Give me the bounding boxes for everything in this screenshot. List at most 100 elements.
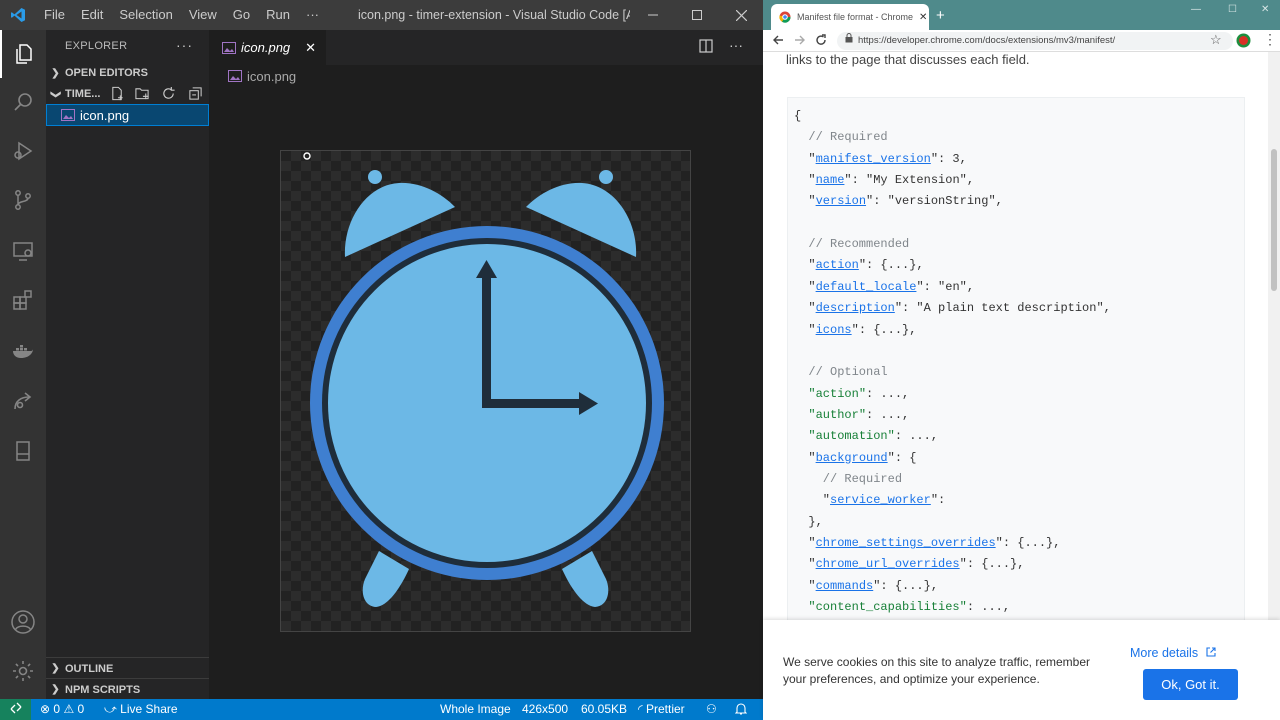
code-field-link[interactable]: action bbox=[816, 258, 859, 272]
address-bar[interactable]: https://developer.chrome.com/docs/extens… bbox=[837, 32, 1233, 50]
image-file-icon bbox=[222, 41, 236, 54]
code-field-link[interactable]: chrome_url_overrides bbox=[816, 557, 960, 571]
code-token: : ..., bbox=[966, 600, 1011, 615]
menu-go[interactable]: Go bbox=[225, 0, 258, 30]
code-field-link[interactable]: chrome_settings_overrides bbox=[816, 536, 996, 550]
prettier-status[interactable]: ◜ Prettier bbox=[638, 699, 685, 720]
source-control-icon[interactable] bbox=[0, 176, 46, 224]
chrome-tab-close-icon[interactable]: ✕ bbox=[919, 12, 927, 23]
live-share-status[interactable]: ⤻ Live Share bbox=[104, 699, 178, 720]
more-details-link[interactable]: More details bbox=[1130, 646, 1216, 660]
chrome-tab[interactable]: Manifest file format - Chrome De ✕ bbox=[771, 4, 929, 30]
bookmark-star-icon[interactable]: ☆ bbox=[1210, 32, 1222, 48]
code-field-link[interactable]: default_locale bbox=[816, 280, 917, 294]
split-editor-icon[interactable] bbox=[699, 39, 713, 56]
explorer-icon[interactable] bbox=[0, 30, 46, 78]
code-token: ": {...}, bbox=[851, 322, 917, 337]
menu-run[interactable]: Run bbox=[258, 0, 298, 30]
maximize-button[interactable] bbox=[675, 0, 719, 30]
more-details-label: More details bbox=[1130, 646, 1199, 660]
refresh-icon[interactable] bbox=[161, 86, 176, 104]
code-field-link[interactable]: background bbox=[816, 451, 888, 465]
menu-selection[interactable]: Selection bbox=[111, 0, 180, 30]
remote-device-icon[interactable] bbox=[0, 427, 46, 475]
cookie-ok-button[interactable]: Ok, Got it. bbox=[1143, 669, 1238, 700]
chrome-close-icon[interactable]: ✕ bbox=[1261, 4, 1269, 15]
menu-edit[interactable]: Edit bbox=[73, 0, 111, 30]
manage-gear-icon[interactable] bbox=[0, 647, 46, 695]
notifications-bell-icon[interactable] bbox=[734, 699, 748, 720]
menu-more[interactable]: ··· bbox=[298, 0, 327, 30]
profile-avatar-icon[interactable] bbox=[1236, 33, 1251, 53]
code-token: ": bbox=[930, 493, 946, 508]
forward-arrow-icon[interactable] bbox=[794, 33, 806, 51]
code-field-link[interactable]: name bbox=[816, 173, 845, 187]
code-line: "service_worker": bbox=[794, 490, 945, 511]
chrome-minimize-icon[interactable]: — bbox=[1191, 4, 1201, 15]
code-line: // Required bbox=[794, 127, 887, 148]
cursor-circle-icon bbox=[303, 148, 311, 163]
image-preview[interactable] bbox=[280, 150, 691, 632]
folder-section[interactable]: ❯ TIME... bbox=[46, 83, 209, 105]
remote-indicator-icon[interactable] bbox=[0, 699, 31, 720]
extensions-icon[interactable] bbox=[0, 276, 46, 324]
collapse-all-icon[interactable] bbox=[188, 86, 203, 104]
chrome-favicon-icon bbox=[779, 11, 791, 23]
outline-section[interactable]: ❯ OUTLINE bbox=[46, 657, 209, 679]
vscode-logo-icon[interactable] bbox=[0, 0, 36, 30]
code-token: ": "A plain text description", bbox=[894, 301, 1111, 316]
code-line: { bbox=[794, 106, 801, 127]
docker-icon[interactable] bbox=[0, 327, 46, 375]
code-line: "action": ..., bbox=[794, 384, 909, 405]
code-token: " bbox=[794, 450, 816, 465]
editor-more-icon[interactable]: ··· bbox=[729, 37, 743, 53]
problems-indicator[interactable]: ⊗ 0 ⚠ 0 bbox=[40, 699, 84, 720]
minimize-button[interactable] bbox=[631, 0, 675, 30]
back-arrow-icon[interactable] bbox=[772, 33, 784, 51]
code-field-link[interactable]: description bbox=[816, 301, 895, 315]
scrollbar-thumb[interactable] bbox=[1271, 149, 1277, 291]
search-icon[interactable] bbox=[0, 78, 46, 126]
npm-scripts-section[interactable]: ❯ NPM SCRIPTS bbox=[46, 678, 209, 700]
new-tab-icon[interactable]: + bbox=[936, 7, 945, 24]
menu-file[interactable]: File bbox=[36, 0, 73, 30]
explorer-more-button[interactable]: ··· bbox=[176, 37, 193, 53]
reload-icon[interactable] bbox=[815, 33, 827, 51]
breadcrumb[interactable]: icon.png bbox=[228, 65, 296, 87]
chrome-menu-icon[interactable]: ⋮ bbox=[1263, 31, 1277, 48]
menu-view[interactable]: View bbox=[181, 0, 225, 30]
code-token: " bbox=[794, 578, 816, 593]
code-token: " bbox=[794, 301, 816, 316]
code-line: "name": "My Extension", bbox=[794, 170, 974, 191]
code-field-link[interactable]: icons bbox=[816, 323, 852, 337]
code-field-link[interactable]: service_worker bbox=[830, 493, 931, 507]
chrome-maximize-icon[interactable]: ☐ bbox=[1228, 4, 1237, 15]
live-share-icon[interactable] bbox=[0, 377, 46, 425]
code-token: " bbox=[794, 493, 831, 508]
run-debug-icon[interactable] bbox=[0, 127, 46, 175]
code-field-link[interactable]: manifest_version bbox=[816, 152, 931, 166]
tab-icon-png[interactable]: icon.png ✕ bbox=[209, 30, 326, 65]
remote-explorer-icon[interactable] bbox=[0, 227, 46, 275]
chrome-window: Manifest file format - Chrome De ✕ + — ☐… bbox=[763, 0, 1280, 720]
manifest-code-block: { // Required "manifest_version": 3, "na… bbox=[787, 97, 1245, 677]
code-token: : ..., bbox=[866, 407, 910, 422]
new-file-icon[interactable] bbox=[110, 86, 125, 104]
tab-close-icon[interactable]: ✕ bbox=[305, 40, 316, 56]
image-file-icon bbox=[61, 109, 75, 121]
tab-label: icon.png bbox=[241, 40, 291, 55]
file-item-icon-png[interactable]: icon.png bbox=[46, 104, 209, 126]
code-token: ": { bbox=[887, 450, 917, 465]
code-field-link[interactable]: commands bbox=[816, 579, 874, 593]
new-folder-icon[interactable] bbox=[134, 86, 150, 104]
account-icon[interactable] bbox=[0, 598, 46, 646]
feedback-icon[interactable]: ⚇ bbox=[706, 699, 717, 720]
close-window-button[interactable] bbox=[719, 0, 763, 30]
code-field-link[interactable]: version bbox=[816, 194, 866, 208]
open-editors-section[interactable]: ❯ OPEN EDITORS bbox=[46, 62, 209, 84]
breadcrumb-label: icon.png bbox=[247, 68, 297, 84]
code-token: "author" bbox=[808, 407, 867, 422]
whole-image-status[interactable]: Whole Image bbox=[440, 699, 511, 720]
code-line: "commands": {...}, bbox=[794, 576, 938, 597]
